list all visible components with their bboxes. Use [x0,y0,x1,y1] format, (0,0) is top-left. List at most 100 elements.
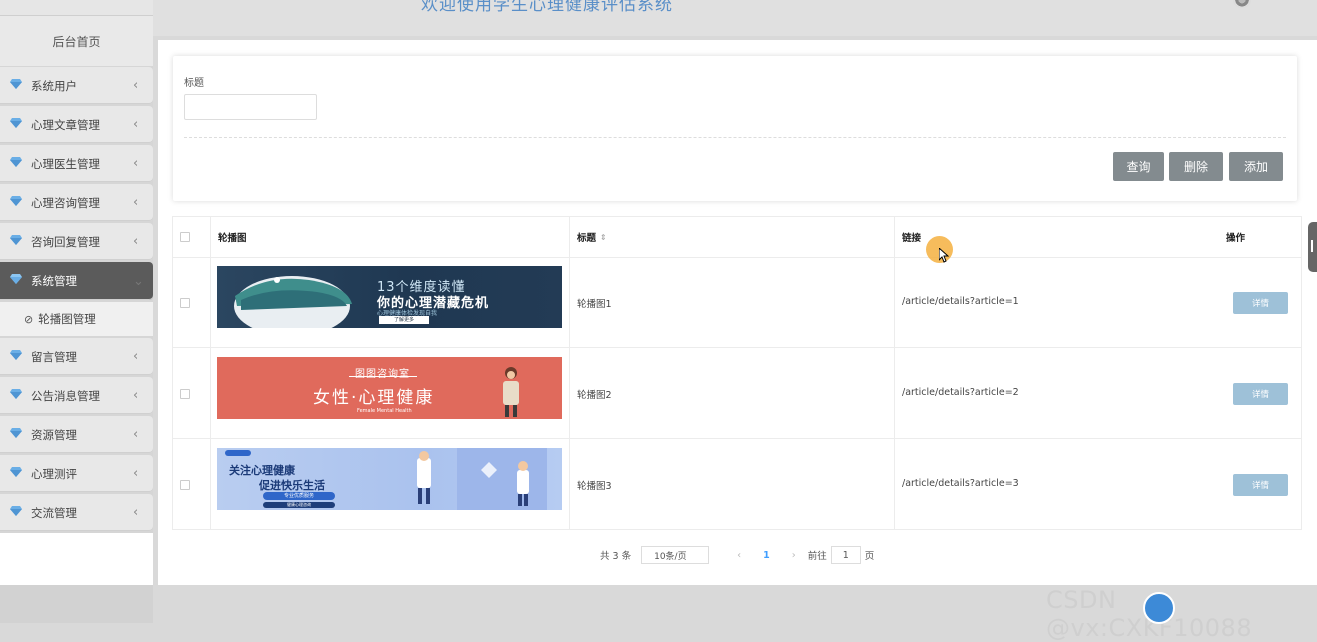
row-title: 轮播图1 [577,299,612,310]
column-header-link: 链接 [902,216,921,258]
sidebar-item-label: 公告消息管理 [31,388,100,403]
chevron-left-icon: ‹ [133,349,139,364]
avatar[interactable] [1233,0,1251,8]
sidebar-home-label: 后台首页 [52,34,101,49]
detail-button[interactable]: 详情 [1233,292,1288,314]
column-header-label: 轮播图 [218,233,247,244]
row-checkbox[interactable] [180,298,190,308]
pagination: 共 3 条 10条/页 ‹ 1 › 前往 1 页 [600,545,874,565]
row-link: /article/details?article=1 [902,296,1019,307]
row-checkbox[interactable] [180,389,190,399]
sidebar-spacer [0,533,153,585]
top-header: 欢迎使用学生心理健康评估系统 [153,0,1317,36]
diamond-icon [10,117,24,132]
woman-illustration [503,367,519,417]
page-title: 欢迎使用学生心理健康评估系统 [421,0,673,15]
column-header-label: 标题 [577,233,597,244]
sidebar-item-label: 资源管理 [31,427,77,442]
sidebar-item-assessment[interactable]: 心理测评 ‹ [0,455,153,492]
sidebar-item-replies[interactable]: 咨询回复管理 ‹ [0,223,153,260]
banner-text: Female Mental Health [357,408,412,414]
next-page-button[interactable]: › [792,550,796,561]
chevron-left-icon: ‹ [133,427,139,442]
watermark: CSDN @vx:CXKF10088 [1046,586,1253,642]
circle-check-icon: ⊘ [24,312,34,326]
search-label: 标题 [184,78,204,89]
column-header-action: 操作 [1226,216,1245,258]
sidebar-home-link[interactable]: 后台首页 [0,16,153,66]
sidebar-top-strip [0,0,153,16]
table-border [172,347,1302,348]
sidebar-item-label: 心理测评 [31,466,77,481]
query-button[interactable]: 查询 [1113,152,1164,181]
pagination-total: 共 3 条 [600,551,632,562]
table-border [172,438,1302,439]
sidebar-footer [0,585,153,623]
add-button[interactable]: 添加 [1229,152,1283,181]
chevron-left-icon: ‹ [133,195,139,210]
row-checkbox[interactable] [180,480,190,490]
table-border [210,216,211,530]
table-border [1301,216,1302,530]
sidebar-item-label: 系统用户 [31,78,77,93]
sidebar-item-doctors[interactable]: 心理医生管理 ‹ [0,145,153,182]
select-all-checkbox[interactable] [180,232,190,242]
sidebar-item-messages[interactable]: 留言管理 ‹ [0,338,153,375]
sidebar-item-system-users[interactable]: 系统用户 ‹ [0,67,153,104]
banner-text: 女性·心理健康 [313,388,435,408]
table-border [172,529,1302,530]
table-border [569,216,570,530]
sidebar-menu: 系统用户 ‹ 心理文章管理 ‹ 心理医生管理 ‹ 心理咨询管理 ‹ 咨询回复管理… [0,67,153,533]
chevron-down-icon: ⌄ [133,273,144,289]
page-number[interactable]: 1 [763,550,770,561]
title-search-input[interactable] [184,94,317,120]
delete-button[interactable]: 删除 [1169,152,1223,181]
carousel-image: 关注心理健康 促进快乐生活 专业优质服务 健康心理咨询 [217,448,562,510]
table-border [172,257,1302,258]
page-size-select[interactable]: 10条/页 [641,546,710,564]
sidebar-item-consultation[interactable]: 心理咨询管理 ‹ [0,184,153,221]
mouse-cursor-icon [939,248,949,263]
sidebar-item-communication[interactable]: 交流管理 ‹ [0,494,153,531]
carousel-image: 13个维度读懂 你的心理潜藏危机 心理健康体检发现自我 了解更多 [217,266,562,328]
chevron-left-icon: ‹ [133,388,139,403]
banner-text: 图图咨询室 [355,369,410,380]
column-header-label: 链接 [902,233,922,244]
carousel-image: 图图咨询室 女性·心理健康 Female Mental Health [217,357,562,419]
detail-button[interactable]: 详情 [1233,383,1288,405]
sidebar-item-label: 心理咨询管理 [31,195,100,210]
banner-text: 关注心理健康 [229,464,295,477]
row-title: 轮播图2 [577,390,612,401]
sidebar-item-resources[interactable]: 资源管理 ‹ [0,416,153,453]
sidebar-item-system-management[interactable]: 系统管理 ⌄ [0,262,153,300]
chevron-left-icon: ‹ [133,505,139,520]
sidebar-item-articles[interactable]: 心理文章管理 ‹ [0,106,153,143]
goto-label: 前往 [807,551,827,562]
sidebar-item-label: 交流管理 [31,505,77,520]
banner-button: 了解更多 [379,316,429,324]
chevron-left-icon: ‹ [133,466,139,481]
diamond-icon [10,466,24,481]
prev-page-button[interactable]: ‹ [737,550,741,561]
row-link: /article/details?article=3 [902,478,1019,489]
diamond-icon [10,234,24,249]
sidebar-subitem-carousel[interactable]: ⊘ 轮播图管理 [0,302,153,336]
sidebar-item-notices[interactable]: 公告消息管理 ‹ [0,377,153,414]
diamond-icon [10,156,24,171]
carousel-table: 轮播图 标题 ⇕ 链接 操作 13个维度读懂 你的心理潜藏危机 心理健康体检发现自… [172,216,1302,530]
chevron-left-icon: ‹ [133,156,139,171]
banner-divider [349,376,417,377]
search-card: 标题 查询 删除 添加 [173,56,1297,201]
column-header-title[interactable]: 标题 ⇕ [577,216,607,258]
sort-icon[interactable]: ⇕ [600,233,607,242]
sidebar-item-label: 心理医生管理 [31,156,100,171]
sidebar-item-label: 心理文章管理 [31,117,100,132]
sidebar-item-label: 咨询回复管理 [31,234,100,249]
diamond-icon [10,349,24,364]
goto-page-input[interactable]: 1 [830,546,861,564]
banner-text: 促进快乐生活 [259,479,325,492]
detail-button[interactable]: 详情 [1233,474,1288,496]
side-scroll-handle[interactable] [1308,222,1317,272]
diamond-icon [10,195,24,210]
row-title: 轮播图3 [577,481,612,492]
